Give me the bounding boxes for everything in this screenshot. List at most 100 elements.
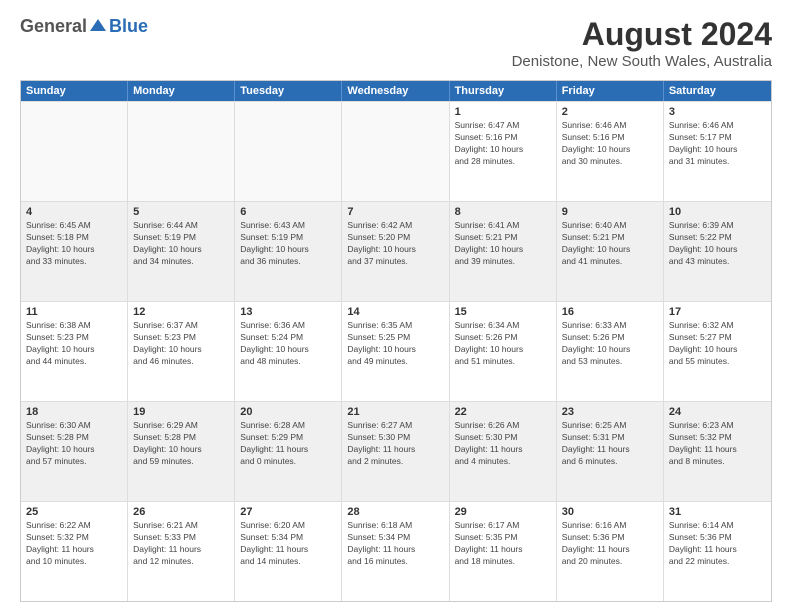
day-number: 8	[455, 206, 551, 218]
logo-icon	[88, 17, 108, 37]
day-info: Sunrise: 6:14 AM Sunset: 5:36 PM Dayligh…	[669, 520, 766, 568]
day-number: 6	[240, 206, 336, 218]
day-number: 18	[26, 406, 122, 418]
day-info: Sunrise: 6:21 AM Sunset: 5:33 PM Dayligh…	[133, 520, 229, 568]
day-number: 2	[562, 106, 658, 118]
day-info: Sunrise: 6:46 AM Sunset: 5:17 PM Dayligh…	[669, 120, 766, 168]
day-info: Sunrise: 6:30 AM Sunset: 5:28 PM Dayligh…	[26, 420, 122, 468]
day-info: Sunrise: 6:35 AM Sunset: 5:25 PM Dayligh…	[347, 320, 443, 368]
day-info: Sunrise: 6:28 AM Sunset: 5:29 PM Dayligh…	[240, 420, 336, 468]
day-info: Sunrise: 6:26 AM Sunset: 5:30 PM Dayligh…	[455, 420, 551, 468]
calendar-body: 1Sunrise: 6:47 AM Sunset: 5:16 PM Daylig…	[21, 101, 771, 601]
day-info: Sunrise: 6:44 AM Sunset: 5:19 PM Dayligh…	[133, 220, 229, 268]
cal-cell-r4-c2: 27 Sunrise: 6:20 AM Sunset: 5:34 PM Dayli…	[235, 502, 342, 601]
logo: General Blue	[20, 16, 148, 37]
day-info: Sunrise: 6:41 AM Sunset: 5:21 PM Dayligh…	[455, 220, 551, 268]
day-info: Sunrise: 6:18 AM Sunset: 5:34 PM Dayligh…	[347, 520, 443, 568]
cal-cell-r4-c4: 29 Sunrise: 6:17 AM Sunset: 5:35 PM Dayli…	[450, 502, 557, 601]
cal-cell-r2-c5: 16Sunrise: 6:33 AM Sunset: 5:26 PM Dayli…	[557, 302, 664, 401]
day-number: 23	[562, 406, 658, 418]
cal-cell-r2-c1: 12Sunrise: 6:37 AM Sunset: 5:23 PM Dayli…	[128, 302, 235, 401]
cal-row-2: 11Sunrise: 6:38 AM Sunset: 5:23 PM Dayli…	[21, 301, 771, 401]
page-subtitle: Denistone, New South Wales, Australia	[512, 53, 772, 70]
cal-cell-r1-c0: 4 Sunrise: 6:45 AM Sunset: 5:18 PM Daylig…	[21, 202, 128, 301]
day-number: 4	[26, 206, 122, 218]
day-info: Sunrise: 6:20 AM Sunset: 5:34 PM Dayligh…	[240, 520, 336, 568]
day-info: Sunrise: 6:39 AM Sunset: 5:22 PM Dayligh…	[669, 220, 766, 268]
day-number: 31	[669, 506, 766, 518]
day-info: Sunrise: 6:23 AM Sunset: 5:32 PM Dayligh…	[669, 420, 766, 468]
day-number: 17	[669, 306, 766, 318]
day-number: 25	[26, 506, 122, 518]
page-title: August 2024	[512, 16, 772, 53]
header-saturday: Saturday	[664, 81, 771, 101]
cal-cell-r3-c4: 22 Sunrise: 6:26 AM Sunset: 5:30 PM Dayli…	[450, 402, 557, 501]
day-info: Sunrise: 6:42 AM Sunset: 5:20 PM Dayligh…	[347, 220, 443, 268]
cal-cell-r0-c6: 3 Sunrise: 6:46 AM Sunset: 5:17 PM Daylig…	[664, 102, 771, 201]
day-info: Sunrise: 6:22 AM Sunset: 5:32 PM Dayligh…	[26, 520, 122, 568]
cal-row-4: 25 Sunrise: 6:22 AM Sunset: 5:32 PM Dayli…	[21, 501, 771, 601]
day-number: 3	[669, 106, 766, 118]
cal-cell-r0-c1	[128, 102, 235, 201]
day-number: 24	[669, 406, 766, 418]
day-number: 21	[347, 406, 443, 418]
day-number: 9	[562, 206, 658, 218]
cal-cell-r2-c4: 15 Sunrise: 6:34 AM Sunset: 5:26 PM Dayli…	[450, 302, 557, 401]
day-info: Sunrise: 6:16 AM Sunset: 5:36 PM Dayligh…	[562, 520, 658, 568]
cal-cell-r2-c2: 13Sunrise: 6:36 AM Sunset: 5:24 PM Dayli…	[235, 302, 342, 401]
day-info: Sunrise: 6:32 AM Sunset: 5:27 PM Dayligh…	[669, 320, 766, 368]
day-number: 22	[455, 406, 551, 418]
day-number: 20	[240, 406, 336, 418]
day-number: 15	[455, 306, 551, 318]
cal-cell-r2-c3: 14 Sunrise: 6:35 AM Sunset: 5:25 PM Dayli…	[342, 302, 449, 401]
cal-cell-r0-c5: 2 Sunrise: 6:46 AM Sunset: 5:16 PM Daylig…	[557, 102, 664, 201]
cal-cell-r4-c5: 30 Sunrise: 6:16 AM Sunset: 5:36 PM Dayli…	[557, 502, 664, 601]
day-number: 14	[347, 306, 443, 318]
day-info: Sunrise: 6:17 AM Sunset: 5:35 PM Dayligh…	[455, 520, 551, 568]
day-info: Sunrise: 6:34 AM Sunset: 5:26 PM Dayligh…	[455, 320, 551, 368]
cal-cell-r0-c2	[235, 102, 342, 201]
day-number: 19	[133, 406, 229, 418]
cal-cell-r4-c6: 31 Sunrise: 6:14 AM Sunset: 5:36 PM Dayli…	[664, 502, 771, 601]
calendar-header: Sunday Monday Tuesday Wednesday Thursday…	[21, 81, 771, 101]
day-number: 26	[133, 506, 229, 518]
cal-cell-r3-c6: 24 Sunrise: 6:23 AM Sunset: 5:32 PM Dayli…	[664, 402, 771, 501]
cal-row-1: 4 Sunrise: 6:45 AM Sunset: 5:18 PM Daylig…	[21, 201, 771, 301]
cal-cell-r3-c3: 21 Sunrise: 6:27 AM Sunset: 5:30 PM Dayli…	[342, 402, 449, 501]
day-number: 27	[240, 506, 336, 518]
day-info: Sunrise: 6:25 AM Sunset: 5:31 PM Dayligh…	[562, 420, 658, 468]
cal-row-0: 1Sunrise: 6:47 AM Sunset: 5:16 PM Daylig…	[21, 101, 771, 201]
day-info: Sunrise: 6:46 AM Sunset: 5:16 PM Dayligh…	[562, 120, 658, 168]
calendar: Sunday Monday Tuesday Wednesday Thursday…	[20, 80, 772, 602]
logo-blue-text: Blue	[109, 16, 148, 37]
logo-general-text: General	[20, 16, 87, 37]
day-number: 30	[562, 506, 658, 518]
cal-cell-r2-c0: 11Sunrise: 6:38 AM Sunset: 5:23 PM Dayli…	[21, 302, 128, 401]
day-info: Sunrise: 6:38 AM Sunset: 5:23 PM Dayligh…	[26, 320, 122, 368]
header-monday: Monday	[128, 81, 235, 101]
page-header: General Blue August 2024 Denistone, New …	[20, 16, 772, 70]
title-block: August 2024 Denistone, New South Wales, …	[512, 16, 772, 70]
cal-cell-r4-c0: 25 Sunrise: 6:22 AM Sunset: 5:32 PM Dayli…	[21, 502, 128, 601]
day-info: Sunrise: 6:27 AM Sunset: 5:30 PM Dayligh…	[347, 420, 443, 468]
day-info: Sunrise: 6:45 AM Sunset: 5:18 PM Dayligh…	[26, 220, 122, 268]
day-info: Sunrise: 6:36 AM Sunset: 5:24 PM Dayligh…	[240, 320, 336, 368]
day-number: 28	[347, 506, 443, 518]
cal-cell-r1-c3: 7Sunrise: 6:42 AM Sunset: 5:20 PM Daylig…	[342, 202, 449, 301]
day-info: Sunrise: 6:40 AM Sunset: 5:21 PM Dayligh…	[562, 220, 658, 268]
cal-cell-r3-c2: 20 Sunrise: 6:28 AM Sunset: 5:29 PM Dayli…	[235, 402, 342, 501]
day-info: Sunrise: 6:37 AM Sunset: 5:23 PM Dayligh…	[133, 320, 229, 368]
day-info: Sunrise: 6:43 AM Sunset: 5:19 PM Dayligh…	[240, 220, 336, 268]
day-number: 5	[133, 206, 229, 218]
cal-cell-r3-c5: 23 Sunrise: 6:25 AM Sunset: 5:31 PM Dayli…	[557, 402, 664, 501]
header-friday: Friday	[557, 81, 664, 101]
day-info: Sunrise: 6:29 AM Sunset: 5:28 PM Dayligh…	[133, 420, 229, 468]
day-number: 1	[455, 106, 551, 118]
header-wednesday: Wednesday	[342, 81, 449, 101]
day-number: 29	[455, 506, 551, 518]
header-thursday: Thursday	[450, 81, 557, 101]
cal-cell-r1-c2: 6 Sunrise: 6:43 AM Sunset: 5:19 PM Daylig…	[235, 202, 342, 301]
cal-cell-r1-c5: 9 Sunrise: 6:40 AM Sunset: 5:21 PM Daylig…	[557, 202, 664, 301]
header-sunday: Sunday	[21, 81, 128, 101]
day-number: 10	[669, 206, 766, 218]
